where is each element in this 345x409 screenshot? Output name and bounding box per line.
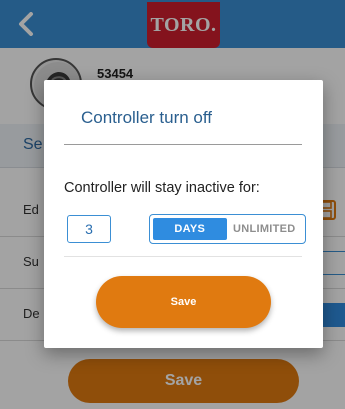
- dialog-title: Controller turn off: [81, 108, 213, 127]
- unit-option-days[interactable]: DAYS: [153, 218, 227, 240]
- duration-unit-toggle: DAYS UNLIMITED: [149, 214, 306, 244]
- dialog-message: Controller will stay inactive for:: [64, 180, 260, 196]
- controller-turn-off-dialog: Controller turn off Controller will stay…: [44, 80, 323, 348]
- dialog-save-button[interactable]: Save: [96, 276, 271, 328]
- dialog-title-divider: [64, 144, 302, 145]
- unit-option-unlimited[interactable]: UNLIMITED: [227, 218, 303, 240]
- inactive-duration-input[interactable]: [67, 215, 111, 243]
- dialog-divider: [64, 256, 302, 257]
